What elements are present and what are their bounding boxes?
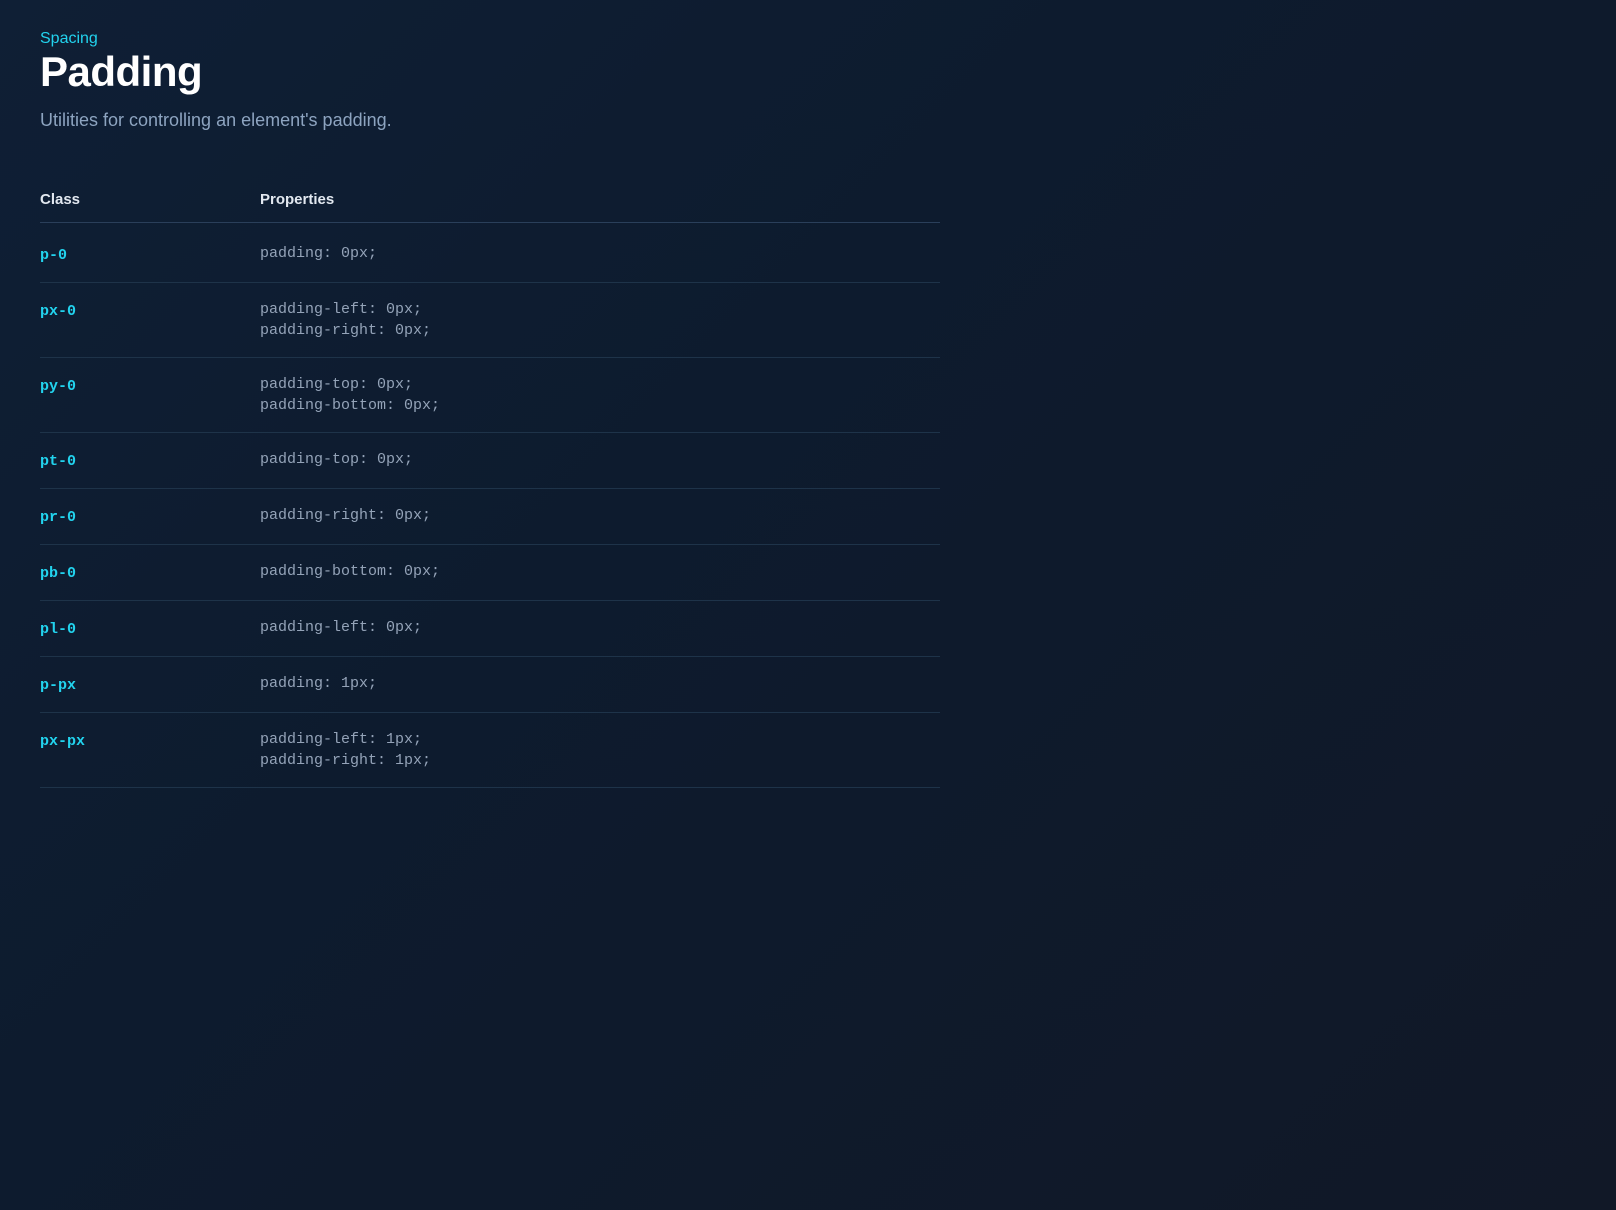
properties-cell: padding-top: 0px; — [260, 451, 940, 468]
property-value: padding-right: 1px; — [260, 752, 940, 769]
table-row: p-0padding: 0px; — [40, 227, 940, 283]
properties-cell: padding: 1px; — [260, 675, 940, 692]
table-row: pl-0padding-left: 0px; — [40, 601, 940, 657]
class-cell: p-px — [40, 675, 260, 694]
table-header: Class Properties — [40, 179, 940, 223]
class-column-header: Class — [40, 191, 260, 208]
properties-cell: padding-top: 0px; padding-bottom: 0px; — [260, 376, 940, 414]
breadcrumb[interactable]: Spacing — [40, 30, 1576, 48]
property-value: padding: 0px; — [260, 245, 940, 262]
table-row: px-0padding-left: 0px; padding-right: 0px… — [40, 283, 940, 358]
table-row: pr-0padding-right: 0px; — [40, 489, 940, 545]
properties-cell: padding-left: 1px; padding-right: 1px; — [260, 731, 940, 769]
page-title: Padding — [40, 48, 1576, 96]
property-value: padding-right: 0px; — [260, 322, 940, 339]
table-body: p-0padding: 0px;px-0padding-left: 0px;pa… — [40, 227, 940, 788]
class-cell: p-0 — [40, 245, 260, 264]
properties-column-header: Properties — [260, 191, 940, 208]
class-table: Class Properties p-0padding: 0px;px-0pad… — [40, 179, 940, 788]
class-cell: pb-0 — [40, 563, 260, 582]
property-value: padding-left: 1px; — [260, 731, 940, 748]
table-row: pb-0padding-bottom: 0px; — [40, 545, 940, 601]
class-cell: pr-0 — [40, 507, 260, 526]
table-row: pt-0padding-top: 0px; — [40, 433, 940, 489]
table-row: p-pxpadding: 1px; — [40, 657, 940, 713]
property-value: padding-left: 0px; — [260, 301, 940, 318]
properties-cell: padding-left: 0px; — [260, 619, 940, 636]
property-value: padding-top: 0px; — [260, 376, 940, 393]
class-cell: py-0 — [40, 376, 260, 395]
page-description: Utilities for controlling an element's p… — [40, 110, 1576, 131]
class-cell: pt-0 — [40, 451, 260, 470]
table-row: px-pxpadding-left: 1px; padding-right: 1p… — [40, 713, 940, 788]
properties-cell: padding: 0px; — [260, 245, 940, 262]
class-cell: pl-0 — [40, 619, 260, 638]
table-row: py-0padding-top: 0px; padding-bottom: 0px… — [40, 358, 940, 433]
property-value: padding: 1px; — [260, 675, 940, 692]
property-value: padding-bottom: 0px; — [260, 397, 940, 414]
class-cell: px-px — [40, 731, 260, 750]
class-cell: px-0 — [40, 301, 260, 320]
property-value: padding-left: 0px; — [260, 619, 940, 636]
property-value: padding-bottom: 0px; — [260, 563, 940, 580]
properties-cell: padding-bottom: 0px; — [260, 563, 940, 580]
properties-cell: padding-right: 0px; — [260, 507, 940, 524]
property-value: padding-right: 0px; — [260, 507, 940, 524]
properties-cell: padding-left: 0px; padding-right: 0px; — [260, 301, 940, 339]
property-value: padding-top: 0px; — [260, 451, 940, 468]
